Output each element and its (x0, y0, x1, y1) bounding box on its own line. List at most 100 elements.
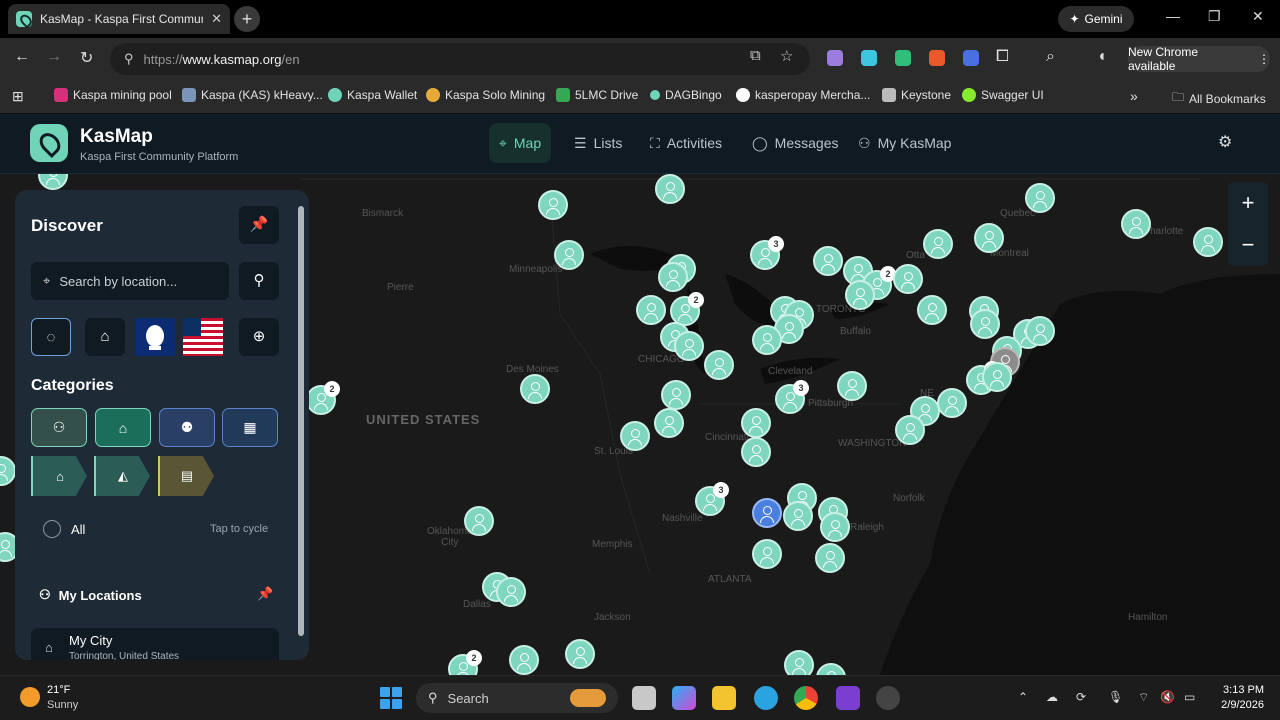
back-icon[interactable]: ← (14, 48, 30, 66)
map-user-pin[interactable] (674, 331, 704, 361)
map-user-pin[interactable] (815, 543, 845, 573)
chrome-icon[interactable] (794, 686, 818, 710)
map-user-pin[interactable] (636, 295, 666, 325)
map-user-pin[interactable] (496, 577, 526, 607)
global-filter-button[interactable]: ⊕ (239, 318, 279, 356)
map-user-pin[interactable] (741, 437, 771, 467)
map-user-pin[interactable] (655, 174, 685, 204)
onedrive-icon[interactable]: ☁ (1046, 690, 1058, 704)
extension-icon[interactable] (963, 50, 979, 66)
pin-panel-button[interactable]: 📌 (239, 206, 279, 244)
map-user-pin[interactable] (1121, 209, 1151, 239)
microphone-icon[interactable]: 🎙 (1108, 690, 1123, 704)
map-user-pin[interactable] (1025, 316, 1055, 346)
copilot-icon[interactable] (672, 686, 696, 710)
windows-start-icon[interactable] (380, 687, 402, 709)
sun-icon[interactable] (20, 687, 40, 707)
map-user-pin[interactable] (937, 388, 967, 418)
extensions-puzzle-icon[interactable]: ⧠ (996, 48, 1009, 66)
bookmark-item[interactable]: Kaspa (KAS) kHeavy... (182, 88, 323, 102)
bookmark-item[interactable]: DAGBingo (650, 88, 722, 102)
map-user-pin[interactable]: 3 (750, 236, 784, 270)
map-user-pin[interactable] (820, 512, 850, 542)
map-user-pin[interactable] (565, 639, 595, 669)
bookmark-item[interactable]: 5LMC Drive (556, 88, 638, 102)
map-user-pin[interactable]: 2 (448, 650, 482, 675)
nav-activities[interactable]: ⛶ Activities (640, 123, 732, 163)
map-user-pin[interactable]: 2 (306, 381, 340, 415)
sync-icon[interactable]: ⟳ (1076, 690, 1086, 704)
all-bookmarks-button[interactable]: 🗀 All Bookmarks (1172, 88, 1266, 109)
category-store-button[interactable]: ⌂ (95, 408, 151, 447)
maximize-icon[interactable]: ❐ (1208, 8, 1221, 25)
map-user-pin[interactable] (661, 380, 691, 410)
extension-icon[interactable] (895, 50, 911, 66)
tab-search-icon[interactable]: ⌕ (1046, 48, 1055, 66)
category-people-button[interactable]: ⚇ (31, 408, 87, 447)
new-tab-button[interactable]: + (234, 6, 260, 32)
install-app-icon[interactable]: ⧉ (750, 47, 761, 64)
nav-map[interactable]: ⌖ Map (489, 123, 552, 163)
map-user-pin[interactable] (783, 501, 813, 531)
state-filter-button[interactable] (135, 318, 175, 356)
map-user-pin[interactable]: 3 (695, 482, 729, 516)
extension-icon[interactable] (861, 50, 877, 66)
map-user-pin[interactable] (620, 421, 650, 451)
map-user-pin[interactable] (970, 309, 1000, 339)
category-events-button[interactable]: ▦ (222, 408, 278, 447)
close-tab-icon[interactable]: ✕ (211, 11, 222, 27)
app-icon[interactable] (836, 686, 860, 710)
reload-icon[interactable]: ↻ (80, 48, 93, 68)
extension-icon[interactable] (929, 50, 945, 66)
map-user-pin[interactable] (464, 506, 494, 536)
gemini-button[interactable]: ✦ Gemini (1058, 6, 1134, 32)
speaker-muted-icon[interactable]: 🔇 (1160, 690, 1175, 704)
all-categories-toggle[interactable]: All (43, 520, 85, 538)
map-user-pin[interactable] (982, 362, 1012, 392)
map-user-pin[interactable] (654, 408, 684, 438)
wifi-icon[interactable]: ⌔ (1138, 690, 1149, 705)
forward-icon[interactable]: → (46, 48, 62, 66)
window-close-icon[interactable]: ✕ (1252, 8, 1264, 25)
category-jobs-button[interactable]: ▤ (158, 456, 214, 496)
map-user-pin[interactable] (813, 246, 843, 276)
map-user-pin[interactable] (923, 229, 953, 259)
map-user-pin[interactable]: 3 (775, 380, 809, 414)
telegram-icon[interactable] (754, 686, 778, 710)
minimize-icon[interactable]: — (1166, 8, 1180, 24)
map-user-pin[interactable] (752, 325, 782, 355)
map-user-pin[interactable] (704, 350, 734, 380)
map-user-pin[interactable] (845, 280, 875, 310)
map-user-pin[interactable] (784, 650, 814, 675)
map-group-pin[interactable] (752, 498, 782, 528)
chevron-up-icon[interactable]: ⌃ (1018, 690, 1028, 704)
extension-icon[interactable] (827, 50, 843, 66)
nav-lists[interactable]: ☰ Lists (564, 123, 632, 163)
chrome-update-button[interactable]: New Chrome available ⋮ (1128, 45, 1270, 73)
more-menu-icon[interactable]: ⋮ (1258, 52, 1270, 66)
bookmark-item[interactable]: Kaspa mining pool (54, 88, 172, 102)
more-bookmarks-icon[interactable]: » (1130, 88, 1138, 104)
bookmark-item[interactable]: Swagger UI (962, 88, 1044, 102)
apps-grid-icon[interactable]: ⊞ (12, 88, 24, 105)
category-groups-button[interactable]: ⚉ (159, 408, 215, 447)
country-filter-button[interactable] (183, 318, 223, 356)
filter-settings-icon[interactable]: ⚙ (1218, 132, 1232, 152)
bookmark-item[interactable]: Kaspa Wallet (328, 88, 417, 102)
system-clock[interactable]: 3:13 PM 2/9/2026 (1216, 683, 1264, 713)
bookmark-star-icon[interactable]: ☆ (780, 47, 793, 65)
search-button[interactable]: ⚲ (239, 262, 279, 300)
nearby-filter-button[interactable]: ◌ (31, 318, 71, 356)
pushpin-icon[interactable]: 📌 (257, 586, 273, 602)
map-user-pin[interactable] (520, 374, 550, 404)
map-user-pin[interactable] (741, 408, 771, 438)
home-filter-button[interactable]: ⌂ (85, 318, 125, 356)
folder-icon[interactable] (712, 686, 736, 710)
panel-scrollbar[interactable] (297, 192, 305, 658)
map-user-pin[interactable] (1193, 227, 1223, 257)
map-user-pin[interactable] (538, 190, 568, 220)
category-business-button[interactable]: ⌂ (31, 456, 87, 496)
map-user-pin[interactable] (917, 295, 947, 325)
kasmap-logo-icon[interactable] (30, 124, 68, 162)
bookmark-item[interactable]: kasperopay Mercha... (736, 88, 870, 102)
